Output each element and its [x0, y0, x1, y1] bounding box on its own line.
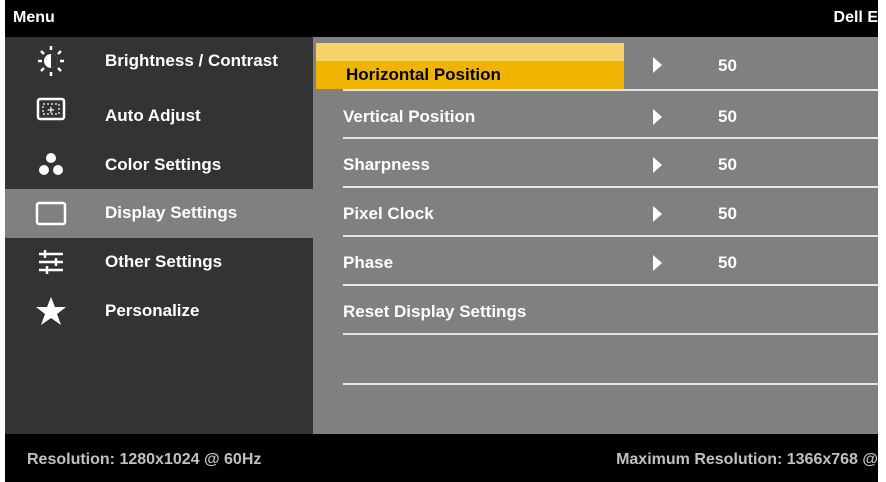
row-label: Vertical Position: [343, 107, 476, 126]
other-settings-icon: [39, 250, 63, 274]
menu-title: Menu: [13, 9, 55, 26]
star-icon: [36, 297, 66, 325]
menu-row-pixel-clock[interactable]: Pixel Clock 50: [313, 188, 878, 237]
menu-row-horizontal-position[interactable]: Horizontal Position 50: [313, 37, 878, 91]
row-value: 50: [718, 155, 737, 174]
row-value: 50: [718, 204, 737, 223]
sidebar-item-auto-adjust[interactable]: + Auto Adjust: [5, 94, 313, 138]
arrow-right-icon: [653, 255, 662, 271]
arrow-right-icon: [653, 57, 662, 73]
display-settings-panel: Horizontal Position 50 Vertical Position…: [313, 37, 878, 434]
menu-row-vertical-position[interactable]: Vertical Position 50: [313, 91, 878, 139]
resolution-text: Resolution: 1280x1024 @ 60Hz: [27, 451, 262, 468]
sidebar-item-label: Personalize: [105, 301, 200, 320]
sidebar-item-personalize[interactable]: Personalize: [5, 287, 313, 336]
row-divider: [343, 333, 878, 335]
row-value: 50: [718, 107, 737, 126]
sidebar-item-other-settings[interactable]: Other Settings: [5, 238, 313, 287]
svg-text:+: +: [47, 105, 55, 116]
arrow-right-icon: [653, 157, 662, 173]
row-label: Phase: [343, 253, 394, 272]
sidebar-item-display-settings[interactable]: Display Settings: [5, 189, 313, 238]
osd-header: Menu Dell E: [5, 0, 878, 37]
sidebar-item-label: Color Settings: [105, 155, 222, 174]
brand-label: Dell E: [833, 9, 878, 26]
osd-window: Menu Dell E Brightness / Contrast + Auto…: [5, 0, 878, 482]
menu-row-phase[interactable]: Phase 50: [313, 237, 878, 286]
sidebar-item-label: Other Settings: [105, 252, 223, 271]
color-settings-icon: [39, 153, 63, 175]
row-divider: [343, 383, 878, 385]
display-settings-icon: [35, 201, 67, 226]
row-label: Reset Display Settings: [343, 302, 527, 321]
sidebar-item-label: Brightness / Contrast: [105, 51, 278, 70]
sidebar-item-label: Auto Adjust: [105, 106, 201, 125]
max-resolution-text: Maximum Resolution: 1366x768 @: [616, 451, 878, 468]
row-value: 50: [718, 56, 737, 75]
arrow-right-icon: [653, 109, 662, 125]
row-label: Horizontal Position: [346, 65, 501, 84]
sidebar-item-color-settings[interactable]: Color Settings: [5, 141, 313, 190]
sidebar-item-label: Display Settings: [105, 203, 238, 222]
sidebar-item-brightness-contrast[interactable]: Brightness / Contrast: [5, 37, 313, 86]
auto-adjust-icon: +: [36, 97, 66, 121]
sidebar: Brightness / Contrast + Auto Adjust Colo…: [5, 37, 313, 434]
row-label: Pixel Clock: [343, 204, 434, 223]
status-footer: Resolution: 1280x1024 @ 60Hz Maximum Res…: [5, 434, 878, 482]
row-label: Sharpness: [343, 155, 430, 174]
menu-row-reset-display-settings[interactable]: Reset Display Settings: [313, 286, 878, 335]
row-value: 50: [718, 253, 737, 272]
menu-row-sharpness[interactable]: Sharpness 50: [313, 139, 878, 188]
arrow-right-icon: [653, 206, 662, 222]
brightness-icon: [38, 46, 64, 76]
